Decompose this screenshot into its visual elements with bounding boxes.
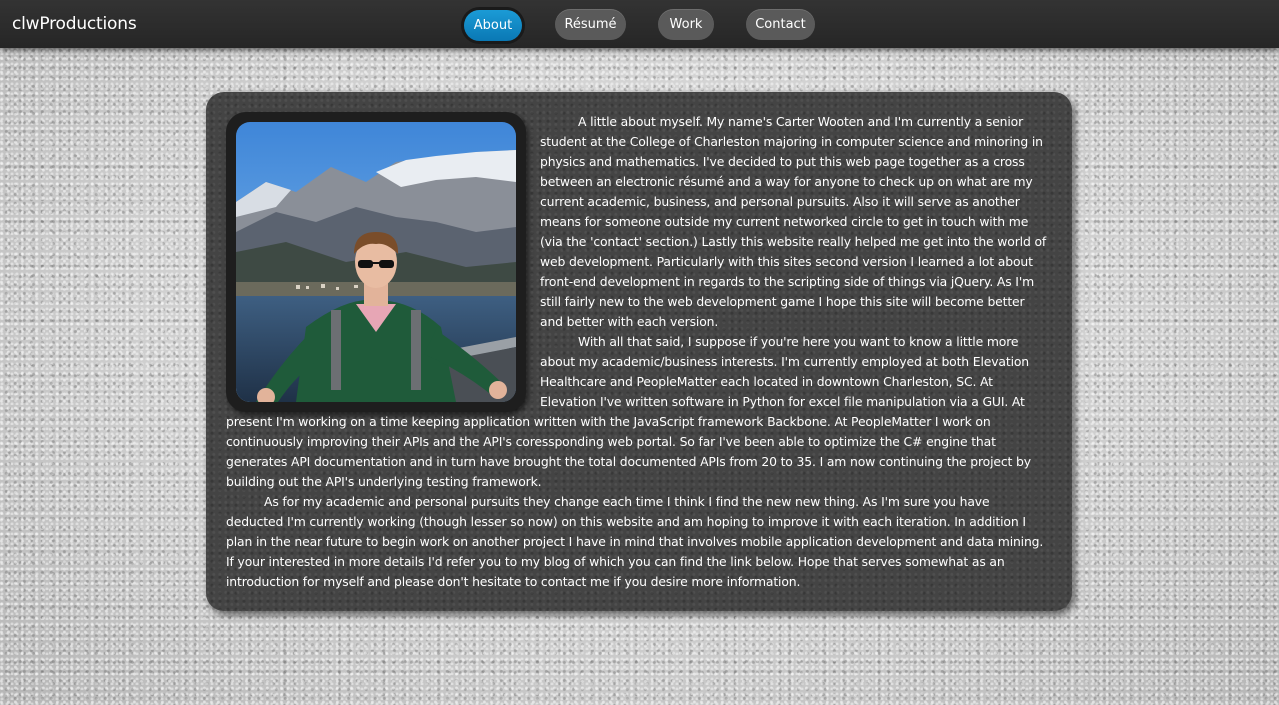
top-navigation-bar: clwProductions About Résumé Work Contact — [0, 0, 1279, 48]
nav-about-button[interactable]: About — [464, 10, 522, 41]
photo-spacer — [226, 112, 530, 412]
about-panel: A little about myself. My name's Carter … — [206, 92, 1072, 611]
nav-contact-button[interactable]: Contact — [746, 9, 815, 40]
nav-resume-button[interactable]: Résumé — [555, 9, 626, 40]
about-paragraph-pursuits: As for my academic and personal pursuits… — [226, 494, 1044, 589]
about-text: A little about myself. My name's Carter … — [226, 112, 1050, 592]
site-brand-logo[interactable]: clwProductions — [12, 14, 137, 34]
nav-work-button[interactable]: Work — [658, 9, 714, 40]
